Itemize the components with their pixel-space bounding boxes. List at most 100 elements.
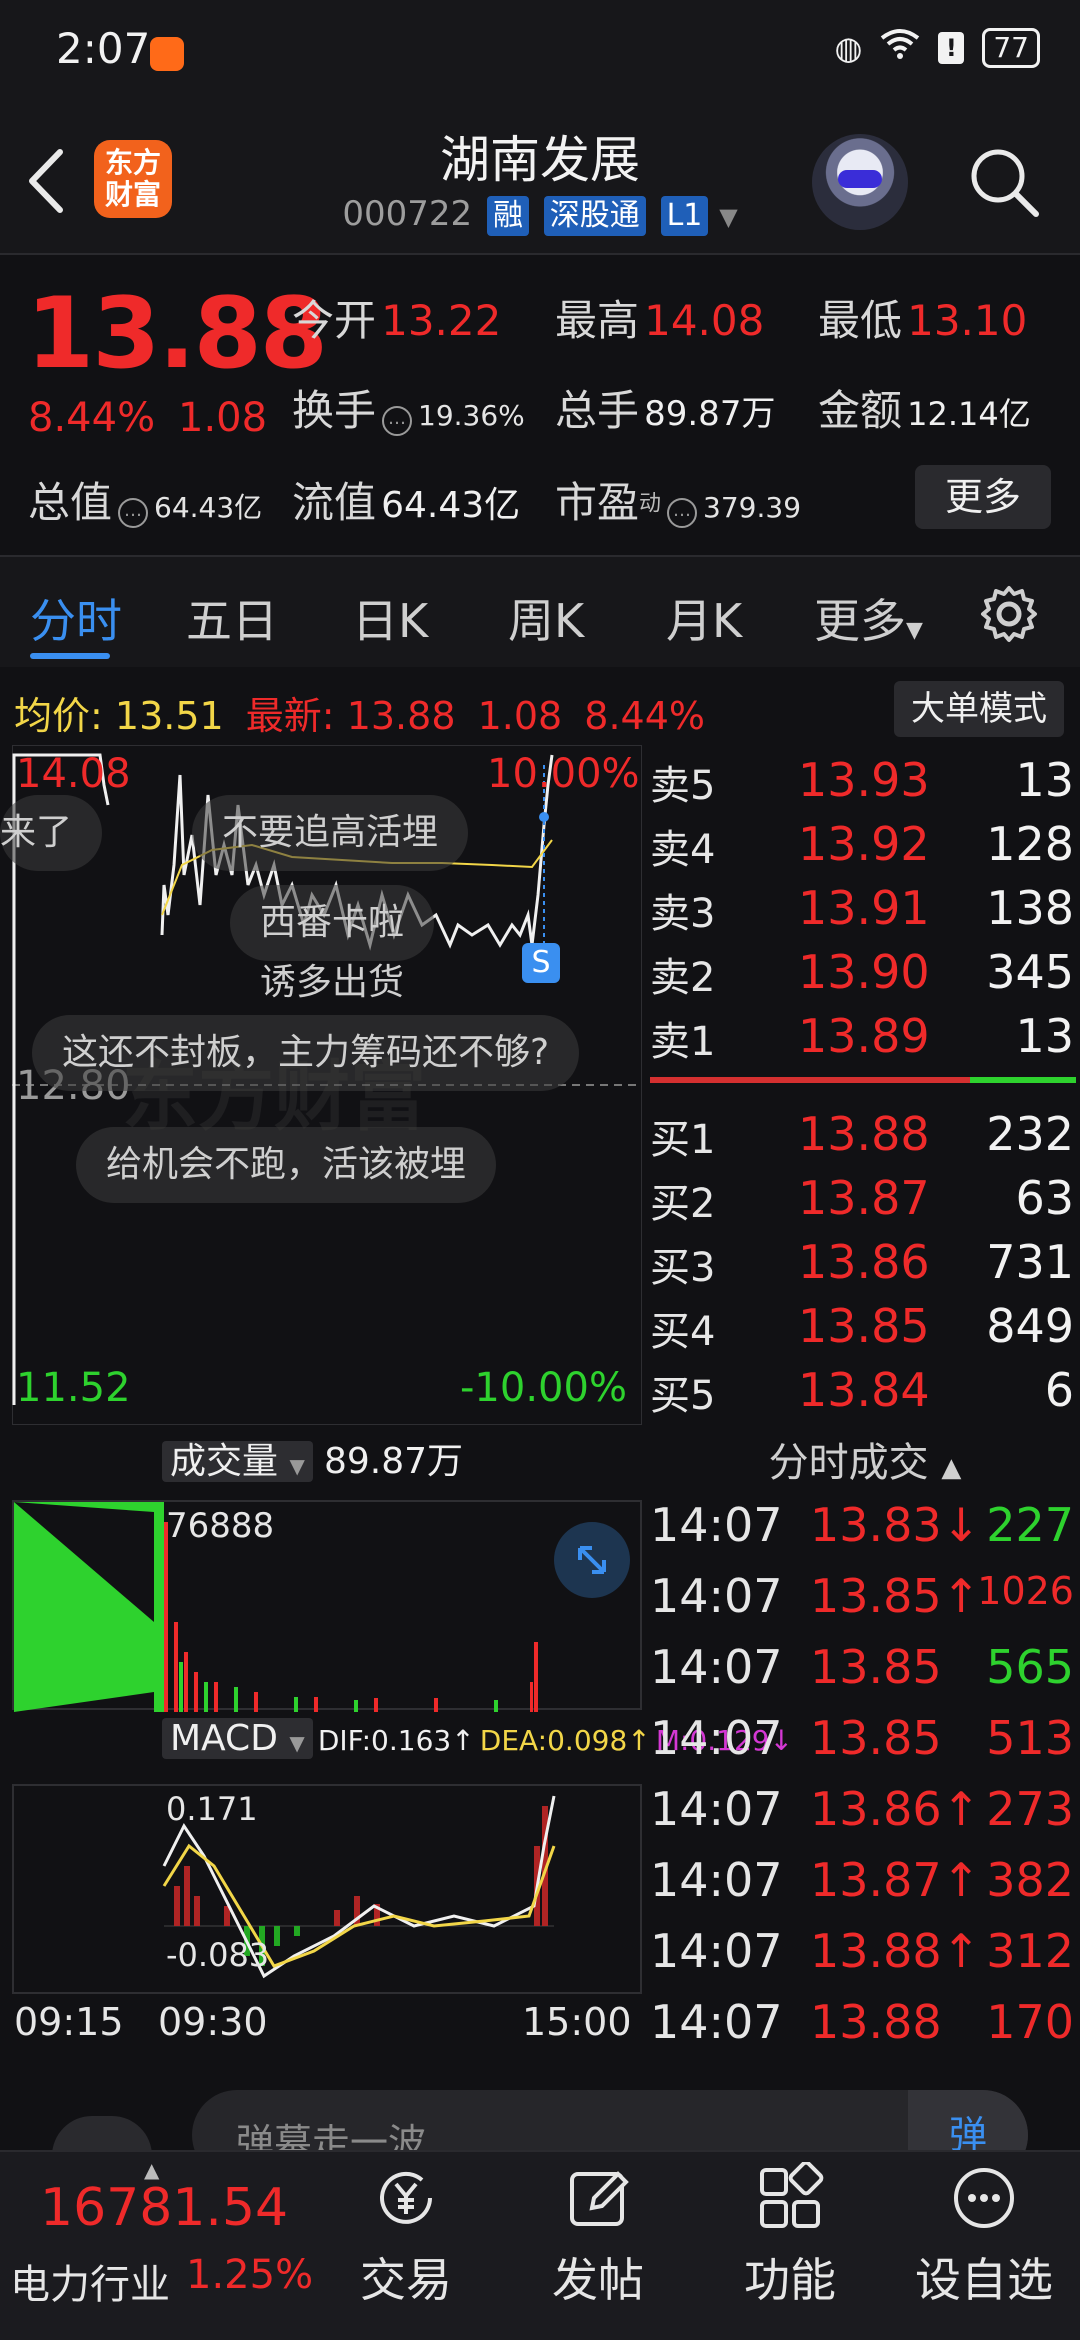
- danmu-bubble[interactable]: 诱多出货: [230, 945, 434, 1021]
- nav-post[interactable]: 发帖: [518, 2162, 678, 2310]
- chevron-down-icon: ▼: [719, 203, 738, 231]
- notification-app-icon: [150, 37, 184, 71]
- volume-field: 总手 89.87万: [555, 386, 776, 435]
- caret-down-icon: ▼: [906, 618, 923, 643]
- trade-row: 14:07 13.87↑ 382: [650, 1853, 1080, 1923]
- trade-price: 13.85: [810, 1711, 942, 1765]
- info-icon[interactable]: …: [382, 405, 413, 436]
- robot-avatar-icon[interactable]: [812, 134, 908, 230]
- edit-icon: [562, 2162, 634, 2234]
- comment-bar: 弹幕走一波 弹: [0, 2060, 1080, 2150]
- volume-chart[interactable]: 76888: [12, 1500, 642, 1712]
- danmu-input[interactable]: 弹幕走一波 弹: [192, 2090, 1028, 2150]
- tab-more[interactable]: 更多▼: [814, 585, 923, 651]
- search-icon[interactable]: [966, 144, 1042, 220]
- avg-price-bar: 均价: 13.51 最新: 13.88 1.08 8.44% 大单模式: [0, 669, 1080, 749]
- amount-field: 金额 12.14亿: [818, 386, 1031, 435]
- battery-icon: 77: [982, 28, 1040, 68]
- sell-marker[interactable]: S: [522, 943, 560, 983]
- trade-volume: 170: [986, 1995, 1074, 2049]
- trade-price: 13.88↑: [810, 1924, 981, 1978]
- nav-functions[interactable]: 功能: [710, 2160, 870, 2310]
- trade-time: 14:07: [650, 1711, 783, 1765]
- trades-header[interactable]: 分时成交 ▲: [650, 1430, 1080, 1488]
- trade-time: 14:07: [650, 1498, 783, 1552]
- trade-row: 14:07 13.86↑ 273: [650, 1782, 1080, 1852]
- chart-low-pct: -10.00%: [460, 1365, 627, 1411]
- trade-volume: 312: [986, 1924, 1074, 1978]
- volume-max-label: 76888: [166, 1506, 275, 1546]
- tab-weekly-k[interactable]: 周K: [508, 585, 584, 651]
- bid-row[interactable]: 买2 13.87 63: [650, 1171, 1080, 1235]
- trade-volume: 227: [986, 1498, 1074, 1552]
- gear-icon[interactable]: [980, 585, 1038, 643]
- more-dots-icon: [948, 2162, 1020, 2234]
- trade-volume: 513: [986, 1711, 1074, 1765]
- stock-name: 湖南发展: [440, 131, 640, 189]
- tab-daily-k[interactable]: 日K: [352, 585, 428, 651]
- trade-price: 13.85↑: [810, 1569, 981, 1623]
- ask-row[interactable]: 卖5 13.93 13: [650, 753, 1080, 817]
- danmu-placeholder: 弹幕走一波: [236, 2121, 427, 2150]
- pe-field[interactable]: 市盈动… 379.39: [555, 469, 801, 530]
- nav-add-watchlist[interactable]: 设自选: [904, 2162, 1064, 2310]
- trade-volume: 273: [986, 1782, 1074, 1836]
- ask-row[interactable]: 卖1 13.89 13: [650, 1009, 1080, 1073]
- sector-index-value[interactable]: 16781.54: [40, 2178, 288, 2238]
- tab-monthly-k[interactable]: 月K: [666, 585, 742, 651]
- caret-up-icon: ▲: [941, 1453, 962, 1483]
- ask-row[interactable]: 卖3 13.91 138: [650, 881, 1080, 945]
- trade-time: 14:07: [650, 1782, 783, 1836]
- caret-down-icon: ▼: [289, 1454, 305, 1478]
- trade-time: 14:07: [650, 1853, 783, 1907]
- keyboard-icon[interactable]: [52, 2116, 152, 2150]
- info-icon[interactable]: …: [667, 497, 698, 528]
- trade-volume: 565: [986, 1640, 1074, 1694]
- chart-high-price: 14.08: [16, 751, 131, 797]
- ask-row[interactable]: 卖2 13.90 345: [650, 945, 1080, 1009]
- danmu-bubble[interactable]: 来了: [0, 795, 103, 871]
- volume-total: 89.87万: [323, 1441, 464, 1482]
- bid-row[interactable]: 买3 13.86 731: [650, 1235, 1080, 1299]
- danmu-bubble[interactable]: 不要追高活埋: [192, 795, 469, 871]
- trade-price: 13.87↑: [810, 1853, 981, 1907]
- trade-time: 14:07: [650, 1924, 783, 1978]
- stock-code: 000722: [342, 194, 473, 234]
- sector-name[interactable]: 电力行业: [10, 2252, 170, 2310]
- ask-row[interactable]: 卖4 13.92 128: [650, 817, 1080, 881]
- bottom-nav: ▲ 16781.54 电力行业 1.25% 交易 发帖 功能 设自选: [0, 2150, 1080, 2340]
- bid-row[interactable]: 买4 13.85 849: [650, 1299, 1080, 1363]
- macd-selector[interactable]: MACD ▼: [162, 1718, 313, 1759]
- trade-volume: 382: [986, 1853, 1074, 1907]
- intraday-chart[interactable]: 14.08 10.00% 12.80 11.52 -10.00% 东方财富 S …: [0, 745, 642, 1425]
- wifi-icon: [880, 28, 920, 68]
- big-order-mode-button[interactable]: 大单模式: [894, 681, 1064, 737]
- mktcap-field[interactable]: 总值… 64.43亿: [28, 469, 262, 530]
- trade-row: 14:07 13.85↑ 1026: [650, 1569, 1080, 1639]
- danmu-button[interactable]: 弹: [908, 2090, 1028, 2150]
- volume-selector[interactable]: 成交量 ▼: [162, 1441, 313, 1482]
- stock-code-line[interactable]: 000722 融 深股通 L1 ▼: [0, 194, 1080, 236]
- tab-five-day[interactable]: 五日: [186, 585, 278, 651]
- danmu-bubble[interactable]: 给机会不跑，活该被埋: [76, 1127, 497, 1203]
- expand-icon[interactable]: [554, 1522, 630, 1598]
- high-value: 14.08: [644, 296, 765, 345]
- macd-chart[interactable]: 0.171 -0.083: [12, 1784, 642, 1994]
- sector-change: 1.25%: [186, 2252, 314, 2298]
- grid-icon: [754, 2160, 826, 2234]
- status-icons: ◍ ! 77: [834, 28, 1040, 68]
- bid-row[interactable]: 买5 13.84 6: [650, 1363, 1080, 1427]
- tab-intraday[interactable]: 分时: [30, 585, 122, 651]
- open-field: 今开 13.22: [292, 296, 502, 345]
- yuan-circle-icon: [370, 2162, 442, 2234]
- trade-price: 13.83↓: [810, 1498, 981, 1552]
- info-icon[interactable]: …: [118, 497, 149, 528]
- trade-time: 14:07: [650, 1640, 783, 1694]
- more-button[interactable]: 更多: [915, 465, 1051, 529]
- danmu-bubble[interactable]: 这还不封板，主力筹码还不够?: [32, 1015, 580, 1091]
- turnover-field[interactable]: 换手… 19.36%: [292, 377, 525, 438]
- connect-tag: 深股通: [543, 196, 646, 236]
- bid-row[interactable]: 买1 13.88 232: [650, 1107, 1080, 1171]
- trade-time: 14:07: [650, 1995, 783, 2049]
- nav-trade[interactable]: 交易: [326, 2162, 486, 2310]
